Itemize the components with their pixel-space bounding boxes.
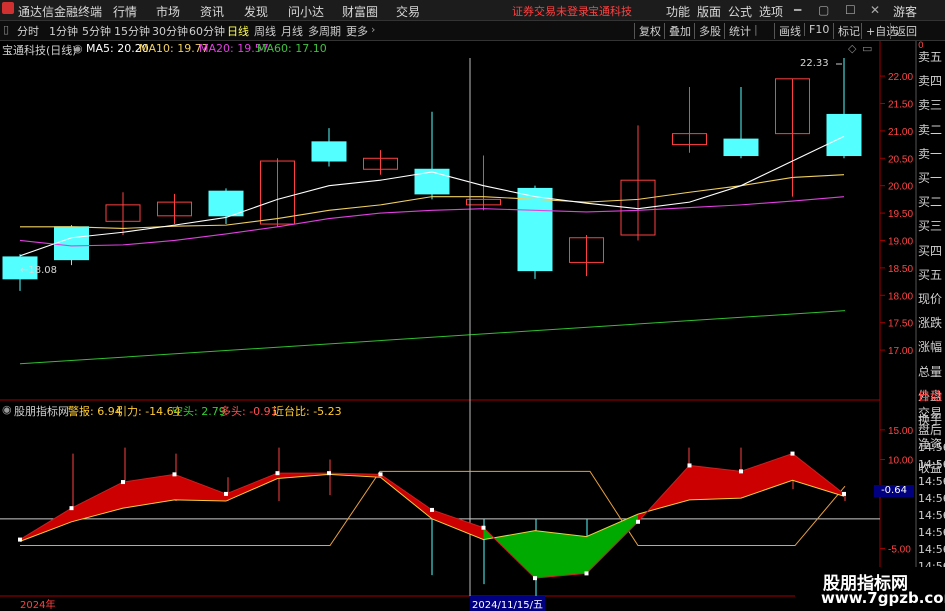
indicator-fill (71, 482, 123, 522)
price-tick-label: 17.00 (888, 346, 913, 357)
candle-body (311, 141, 347, 162)
indicator-gravity: 引力: -14.64 (116, 405, 181, 418)
main-point (275, 471, 280, 476)
indicator-bear: 空头: 2.79 (172, 405, 226, 418)
ma20-line (19, 196, 845, 247)
kline-chart[interactable]: 22.00 21.50 21.00 20.50 20.00 19.50 19.00 18.50… (0, 0, 945, 609)
candle-body (414, 168, 450, 195)
main-point (121, 480, 125, 485)
main-point (790, 451, 795, 456)
indicator-name[interactable]: 股朋指标网 (14, 403, 69, 419)
right-panel-time: 14:56 (918, 526, 945, 539)
candle-body (723, 138, 759, 157)
right-panel-item[interactable]: 涨跌 (918, 314, 945, 330)
right-panel-item[interactable]: 卖四 (918, 72, 945, 88)
right-panel-item[interactable]: 卖二 (918, 121, 945, 137)
ind-tick-label: 10.00 (888, 456, 913, 467)
price-tick-label: 17.50 (888, 319, 913, 330)
main-point (584, 571, 589, 576)
main-point (327, 471, 331, 476)
right-panel-item[interactable]: 盘后 (918, 421, 945, 437)
main-point (172, 472, 177, 477)
main-point (69, 506, 74, 511)
watermark: 股朋指标网 www.7gpzb.com (795, 567, 945, 609)
main-point (842, 491, 846, 496)
main-point (18, 537, 22, 542)
right-panel-item[interactable]: 卖五 (918, 48, 945, 64)
right-panel-item[interactable]: 自动 (918, 387, 945, 403)
ind-tick-label: -5.00 (888, 544, 911, 555)
right-panel-item[interactable]: 买四 (918, 242, 945, 258)
right-panel-item[interactable]: 现价 (918, 290, 945, 306)
right-panel-time: 14:56 (918, 441, 945, 454)
indicator-bull: 多头: -0.91 (220, 405, 278, 418)
right-panel-time: 14:56 (918, 458, 945, 471)
main-point (481, 525, 486, 530)
price-tick-label: 19.50 (888, 209, 913, 220)
date-bar: 2024年 2024/11/15/五 (0, 596, 880, 611)
price-tick-label: 20.50 (888, 154, 913, 165)
right-panel-item[interactable]: 卖一 (918, 145, 945, 161)
right-panel-time: 14:56 (918, 475, 945, 488)
ma60-line (19, 310, 846, 365)
candle-body (826, 113, 862, 157)
price-tick-label: 21.50 (888, 99, 913, 110)
price-tick-label: 18.50 (888, 264, 913, 275)
ind-tick-label: 15.00 (888, 426, 913, 437)
price-tick-label: 19.00 (888, 236, 913, 247)
main-point (378, 472, 383, 477)
right-panel-item[interactable]: 涨幅 (918, 338, 945, 354)
main-point (739, 469, 743, 474)
right-panel-item[interactable]: 买二 (918, 193, 945, 209)
price-tick-label: 22.00 (888, 72, 913, 83)
candle-body (54, 226, 89, 261)
price-tick-label: 20.00 (888, 182, 913, 193)
price-tick-label: 21.00 (888, 127, 913, 138)
indicator-fill (123, 474, 175, 509)
indicator-current-value: -0.64 (874, 485, 914, 497)
low-price-annotation: ←18.08 (20, 265, 58, 276)
indicator-fill (741, 453, 793, 499)
indicator-legend: ◉ 股朋指标网 警报: 6.94 引力: -14.64 空头: 2.79 多头:… (0, 402, 880, 418)
indicator-fill (226, 473, 278, 502)
right-panel-item[interactable]: 买一 (918, 169, 945, 185)
indicator-fill (586, 514, 638, 574)
right-panel-item[interactable]: 买五 (918, 266, 945, 282)
indicator-menu-icon[interactable]: ◉ (2, 403, 12, 416)
indicator-ratio: 近台比: -5.23 (273, 405, 342, 418)
candle-body (517, 187, 553, 272)
indicator-alert: 警报: 6.94 (68, 405, 122, 418)
indicator-fill (174, 474, 226, 502)
price-tick-label: 18.00 (888, 291, 913, 302)
main-point (533, 576, 537, 581)
high-price-annotation: 22.33 (800, 58, 829, 69)
indicator-fill (535, 530, 587, 579)
right-panel-item[interactable]: 卖三 (918, 96, 945, 112)
main-point (636, 519, 640, 524)
right-panel-item[interactable]: 买三 (918, 217, 945, 233)
right-panel-time: 14:56 (918, 543, 945, 556)
main-point (430, 507, 434, 512)
main-point (224, 491, 228, 496)
right-panel-time: 14:56 (918, 509, 945, 522)
right-panel-item[interactable]: 总量 (918, 363, 945, 379)
right-panel-item[interactable]: 交易 (918, 404, 945, 420)
candle-body (208, 190, 244, 217)
main-point (687, 463, 692, 468)
watermark-line2: www.7gpzb.com (821, 589, 945, 607)
right-panel-time: 14:56 (918, 492, 945, 505)
